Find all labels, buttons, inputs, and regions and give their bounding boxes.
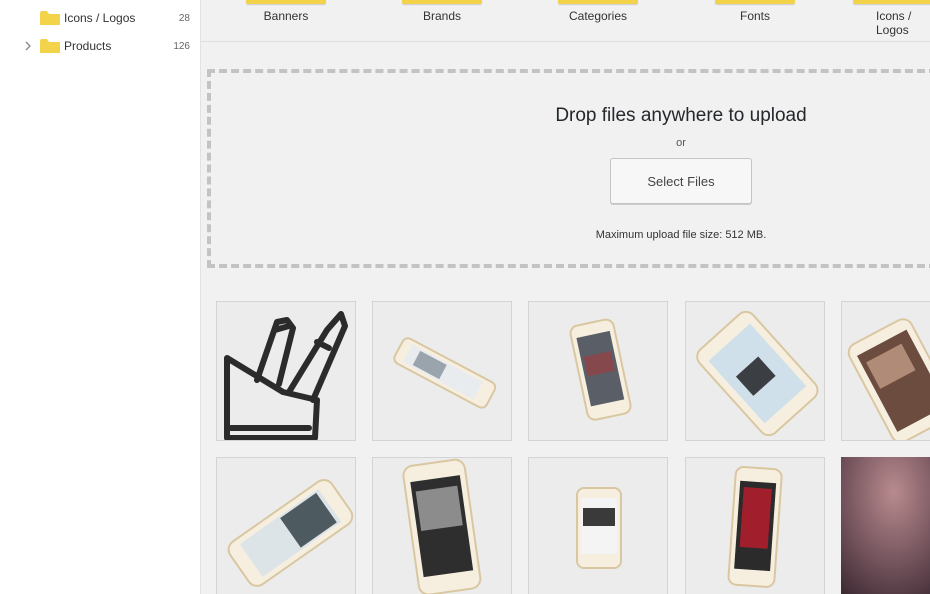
- knife-block-icon: [224, 311, 348, 440]
- phone-mockup-icon: [696, 310, 819, 437]
- category-label: Banners: [263, 9, 309, 23]
- folder-count: 28: [178, 12, 190, 24]
- phone-mockup-icon: [727, 466, 783, 588]
- category-label: Brands: [422, 9, 462, 23]
- dropzone-title: Drop files anywhere to upload: [555, 105, 807, 126]
- phone-mockup-icon: [393, 337, 497, 409]
- category-categories[interactable]: Categories: [536, 0, 660, 41]
- media-tile-knife-block[interactable]: [216, 301, 356, 441]
- category-icons-logos[interactable]: Icons / Logos: [847, 0, 930, 41]
- phone-mockup-icon: [847, 318, 930, 440]
- media-tile-phone[interactable]: [528, 457, 668, 594]
- folder-label: Products: [64, 39, 112, 53]
- folder-item-icons-logos[interactable]: Icons / Logos 28: [0, 5, 200, 31]
- category-fonts[interactable]: Fonts: [693, 0, 817, 41]
- phone-mockup-icon: [402, 458, 482, 594]
- abstract-photo: [841, 457, 930, 594]
- dropzone-or: or: [676, 137, 686, 149]
- phone-mockup-icon: [227, 478, 354, 587]
- media-tile-phone[interactable]: [685, 301, 825, 441]
- folder-icon: [40, 39, 60, 53]
- max-upload-size: Maximum upload file size: 512 MB.: [595, 229, 767, 241]
- media-tile-phone[interactable]: [216, 457, 356, 594]
- folder-item-products[interactable]: Products 126: [0, 33, 200, 59]
- folder-tab-decoration: [715, 0, 795, 4]
- chevron-right-icon[interactable]: [24, 41, 34, 51]
- phone-mockup-icon: [569, 318, 632, 421]
- media-folder-sidebar: Icons / Logos 28 Products 126: [0, 0, 201, 594]
- category-strip: Banners Brands Categories Fonts Icons / …: [201, 0, 930, 42]
- category-label: Categories: [568, 9, 628, 23]
- folder-tab-decoration: [558, 0, 638, 4]
- folder-tab-decoration: [402, 0, 482, 4]
- media-tile-photo[interactable]: [841, 457, 930, 594]
- category-label: Icons / Logos: [876, 9, 912, 37]
- upload-dropzone[interactable]: Drop files anywhere to upload or Select …: [207, 69, 930, 268]
- select-files-button[interactable]: Select Files: [610, 158, 752, 204]
- media-tile-phone[interactable]: [841, 301, 930, 441]
- folder-tab-decoration: [853, 0, 930, 4]
- folder-label: Icons / Logos: [64, 11, 136, 25]
- category-banners[interactable]: Banners: [224, 0, 348, 41]
- media-tile-phone[interactable]: [372, 457, 512, 594]
- category-brands[interactable]: Brands: [380, 0, 504, 41]
- media-library-main: Banners Brands Categories Fonts Icons / …: [201, 0, 930, 594]
- phone-mockup-icon: [576, 487, 622, 569]
- media-tile-phone[interactable]: [685, 457, 825, 594]
- folder-icon: [40, 11, 60, 25]
- folder-tab-decoration: [246, 0, 326, 4]
- media-tile-phone[interactable]: [528, 301, 668, 441]
- media-tile-phone[interactable]: [372, 301, 512, 441]
- category-label: Fonts: [739, 9, 770, 23]
- folder-count: 126: [173, 40, 190, 52]
